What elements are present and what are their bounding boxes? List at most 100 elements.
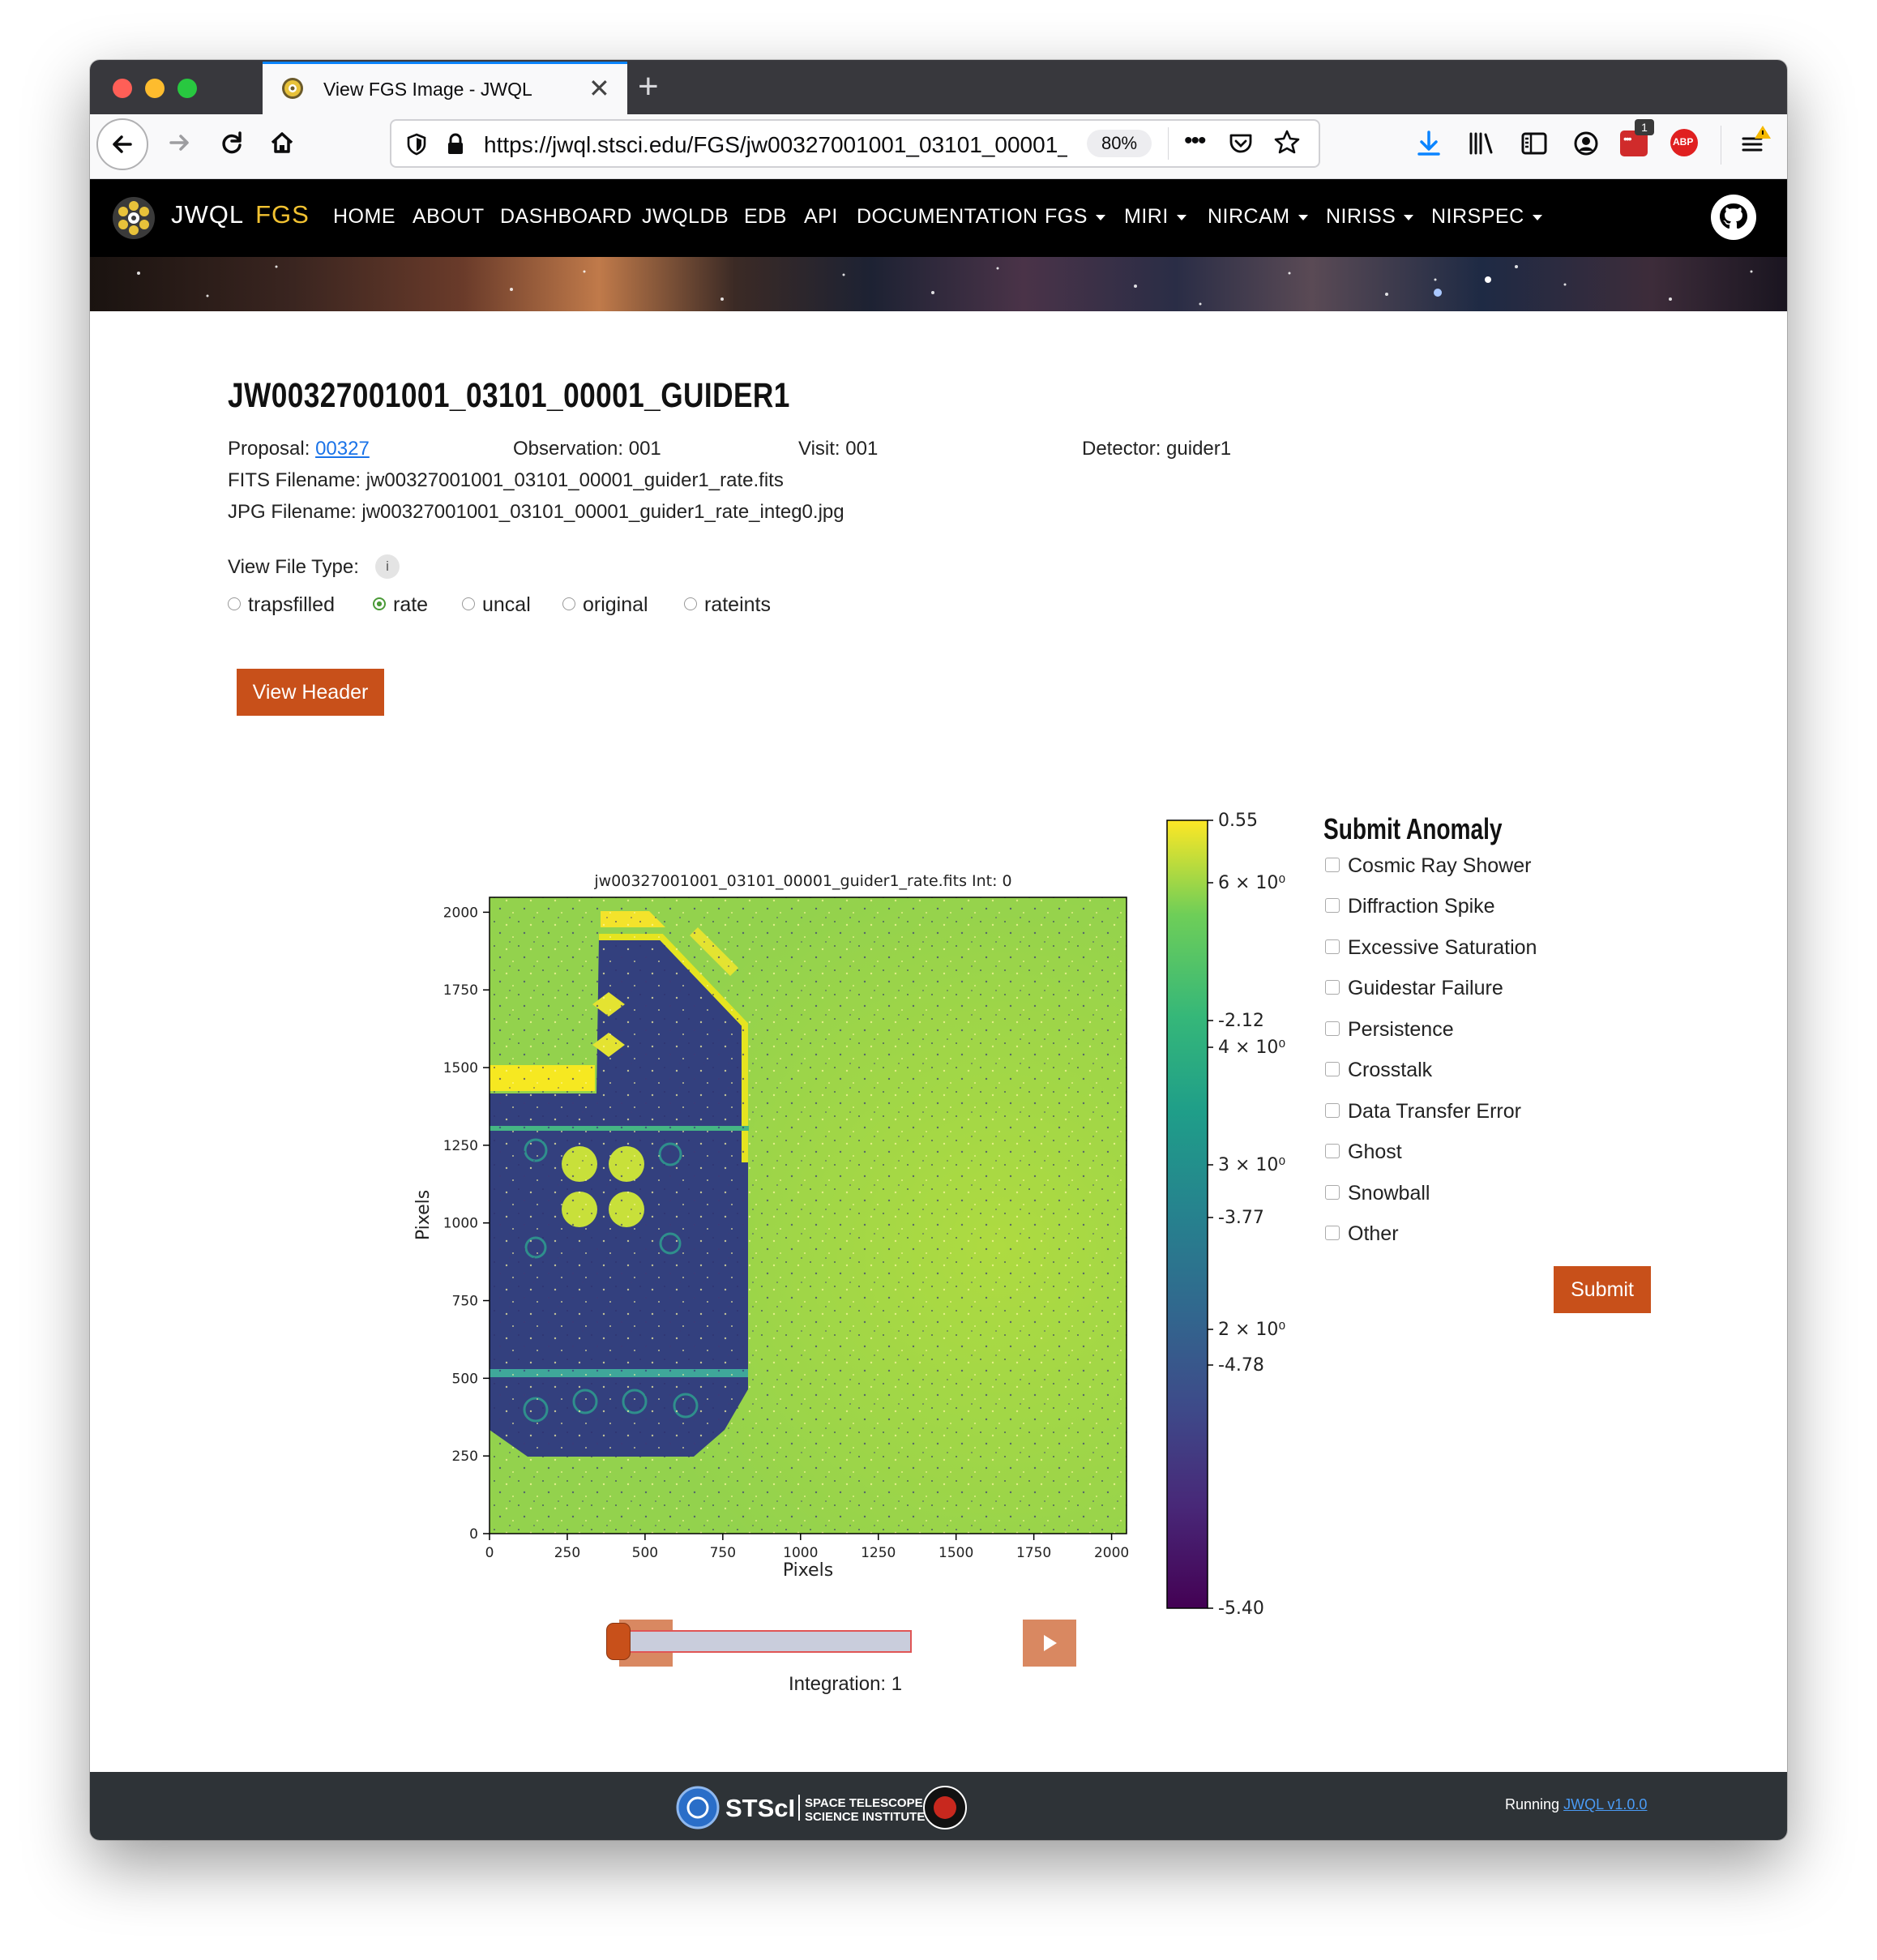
close-window-button[interactable]	[113, 79, 132, 98]
page-actions-icon[interactable]: •••	[1184, 127, 1206, 155]
reload-icon[interactable]	[212, 122, 252, 163]
maximize-window-button[interactable]	[177, 79, 197, 98]
nav-about[interactable]: ABOUT	[413, 205, 485, 229]
colorbar-tick-label: -5.40	[1218, 1598, 1264, 1619]
slider-handle[interactable]	[606, 1623, 631, 1660]
zoom-level-badge[interactable]: 80%	[1087, 130, 1152, 157]
checkbox[interactable]	[1325, 1184, 1340, 1200]
minimize-window-button[interactable]	[145, 79, 165, 98]
banner-stars	[137, 265, 1753, 306]
nav-fgs-dropdown[interactable]: FGS	[1045, 205, 1105, 229]
github-icon[interactable]	[1710, 194, 1757, 241]
nav-edb-label: EDB	[744, 205, 787, 228]
colorbar-tick-label: -4.78	[1218, 1355, 1264, 1376]
checkbox[interactable]	[1325, 897, 1340, 913]
detector-image[interactable]	[489, 897, 1127, 1534]
anomaly-option-cosmic-ray-shower[interactable]: Cosmic Ray Shower	[1325, 854, 1531, 879]
anomaly-option-diffraction-spike[interactable]: Diffraction Spike	[1325, 895, 1495, 919]
anomaly-option-excessive-saturation[interactable]: Excessive Saturation	[1325, 936, 1537, 961]
shield-icon[interactable]	[403, 131, 430, 158]
site-brand[interactable]: JWQL FGS	[171, 200, 310, 229]
nav-nirspec-dropdown[interactable]: NIRSPEC	[1431, 205, 1542, 229]
browser-window: View FGS Image - JWQL ✕ + https://jwql.s…	[90, 60, 1787, 1840]
x-tick-label: 1250	[861, 1545, 896, 1561]
x-axis-label: Pixels	[783, 1560, 833, 1581]
url-text[interactable]: https://jwql.stsci.edu/FGS/jw00327001001…	[484, 132, 1067, 158]
tab-close-icon[interactable]: ✕	[588, 72, 610, 105]
nav-jwqldb-label: JWQLDB	[642, 205, 729, 228]
nav-home-label: HOME	[333, 205, 395, 228]
anomaly-option-crosstalk[interactable]: Crosstalk	[1325, 1059, 1432, 1083]
colorbar-tick-label: 2 × 10⁰	[1218, 1320, 1285, 1340]
anomaly-option-label: Excessive Saturation	[1348, 936, 1537, 959]
nav-niriss-dropdown[interactable]: NIRISS	[1326, 205, 1414, 229]
nav-documentation[interactable]: DOCUMENTATION	[857, 205, 1038, 229]
nav-jwqldb[interactable]: JWQLDB	[642, 205, 729, 229]
nav-edb[interactable]: EDB	[744, 205, 787, 229]
browser-tab[interactable]: View FGS Image - JWQL ✕	[263, 62, 627, 114]
stsci-logo[interactable]: STScI SPACE TELESCOPE SCIENCE INSTITUTE	[675, 1783, 967, 1832]
anomaly-option-ghost[interactable]: Ghost	[1325, 1140, 1402, 1165]
y-tick-label: 500	[452, 1371, 478, 1387]
library-icon[interactable]	[1463, 126, 1499, 161]
y-tick-label: 0	[469, 1526, 478, 1543]
checkbox[interactable]	[1325, 1143, 1340, 1158]
checkbox[interactable]	[1325, 1102, 1340, 1118]
nav-niriss-label: NIRISS	[1326, 205, 1396, 228]
extension-icon[interactable]: ••• 1	[1620, 119, 1654, 156]
checkbox[interactable]	[1325, 857, 1340, 872]
account-icon[interactable]	[1568, 126, 1604, 161]
anomaly-option-other[interactable]: Other	[1325, 1222, 1399, 1247]
back-button[interactable]	[96, 118, 148, 170]
sidebar-icon[interactable]	[1516, 126, 1552, 161]
brand-name: JWQL	[171, 200, 245, 229]
new-tab-button[interactable]: +	[638, 66, 659, 107]
nav-nircam-label: NIRCAM	[1208, 205, 1290, 228]
colorbar-tick-label: 4 × 10⁰	[1218, 1038, 1285, 1058]
anomaly-option-data-transfer-error[interactable]: Data Transfer Error	[1325, 1100, 1521, 1124]
hamburger-menu-icon[interactable]	[1735, 124, 1777, 163]
adblock-icon[interactable]: ABP	[1670, 129, 1698, 156]
anomaly-option-label: Data Transfer Error	[1348, 1100, 1521, 1123]
nav-nircam-dropdown[interactable]: NIRCAM	[1208, 205, 1308, 229]
bookmark-star-icon[interactable]	[1272, 127, 1302, 158]
site-navbar: JWQL FGS HOME ABOUT DASHBOARD JWQLDB EDB …	[90, 179, 1787, 257]
anomaly-option-snowball[interactable]: Snowball	[1325, 1182, 1430, 1206]
pocket-icon[interactable]	[1226, 129, 1255, 158]
anomaly-option-label: Other	[1348, 1222, 1399, 1245]
checkbox[interactable]	[1325, 979, 1340, 995]
chevron-down-icon	[1404, 214, 1414, 220]
forward-icon[interactable]	[160, 122, 200, 163]
anomaly-option-label: Persistence	[1348, 1018, 1454, 1041]
checkbox[interactable]	[1325, 1225, 1340, 1240]
submit-anomaly-button[interactable]: Submit	[1554, 1266, 1651, 1313]
anomaly-option-label: Crosstalk	[1348, 1059, 1433, 1081]
arrow-right-icon	[1044, 1635, 1057, 1651]
version-link[interactable]: JWQL v1.0.0	[1563, 1796, 1647, 1812]
home-icon[interactable]	[262, 122, 302, 163]
x-axis: 0 250 500 750 1000 1250 1500 1750 2000	[485, 1534, 1129, 1561]
anomaly-option-persistence[interactable]: Persistence	[1325, 1018, 1454, 1042]
colorbar-ticks: 0.55 6 × 10⁰ -2.12 4 × 10⁰ 3 × 10⁰ -3.77 2 × 1…	[1208, 811, 1285, 1619]
adblock-label: ABP	[1673, 136, 1694, 148]
y-tick-label: 1000	[443, 1216, 478, 1232]
nav-miri-dropdown[interactable]: MIRI	[1124, 205, 1186, 229]
checkbox[interactable]	[1325, 1061, 1340, 1076]
nav-fgs-label: FGS	[1045, 205, 1088, 228]
nav-home[interactable]: HOME	[333, 205, 395, 229]
url-bar[interactable]: https://jwql.stsci.edu/FGS/jw00327001001…	[390, 119, 1320, 168]
nav-api[interactable]: API	[804, 205, 838, 229]
integration-slider[interactable]	[606, 1630, 912, 1653]
nav-dashboard[interactable]: DASHBOARD	[500, 205, 632, 229]
y-tick-label: 1750	[443, 982, 478, 999]
next-integration-button[interactable]	[1023, 1620, 1076, 1667]
brand-instrument: FGS	[255, 200, 310, 229]
download-icon[interactable]	[1411, 126, 1447, 161]
checkbox[interactable]	[1325, 939, 1340, 954]
stsci-wordmark: STScI	[725, 1794, 795, 1822]
checkbox[interactable]	[1325, 1021, 1340, 1036]
anomaly-option-label: Ghost	[1348, 1140, 1402, 1163]
anomaly-option-guidestar-failure[interactable]: Guidestar Failure	[1325, 977, 1503, 1001]
jwql-logo-icon[interactable]	[111, 195, 156, 241]
lock-icon[interactable]	[442, 131, 469, 158]
